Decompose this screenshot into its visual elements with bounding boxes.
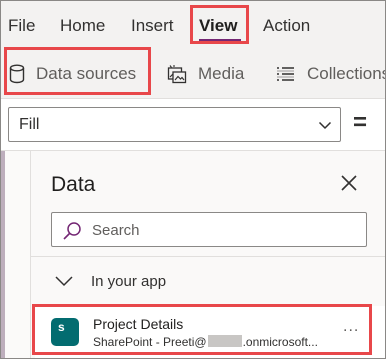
search-field[interactable]: [51, 212, 367, 247]
chevron-down-icon: [318, 121, 332, 130]
active-tab-indicator: [199, 39, 241, 41]
search-input[interactable]: [92, 218, 352, 242]
sharepoint-logo-letter: s: [58, 320, 65, 334]
source-subtitle-prefix: SharePoint - Preeti@: [93, 335, 207, 349]
data-pane: Data In your app s Project Details Sha: [31, 151, 385, 358]
data-sources-label: Data sources: [36, 64, 137, 83]
sharepoint-icon: s: [51, 318, 79, 346]
view-toolbar: Data sources Media Collections: [1, 49, 386, 99]
property-value: Fill: [19, 116, 40, 133]
group-label: In your app: [91, 272, 167, 290]
property-dropdown[interactable]: Fill: [8, 107, 341, 142]
tab-action[interactable]: Action: [263, 15, 310, 37]
source-subtitle-suffix: .onmicrosoft...: [242, 335, 318, 349]
collections-button[interactable]: Collections: [275, 49, 386, 99]
tab-file[interactable]: File: [8, 15, 35, 37]
collections-label: Collections: [307, 64, 386, 83]
pane-title: Data: [51, 173, 96, 196]
tab-view[interactable]: View: [199, 15, 237, 37]
tab-insert[interactable]: Insert: [131, 15, 174, 37]
formula-bar: Fill =: [1, 100, 385, 151]
source-name: Project Details: [93, 316, 184, 332]
media-icon: [167, 65, 187, 84]
chevron-down-icon: [55, 276, 73, 287]
database-icon: [9, 64, 25, 84]
equals-sign: =: [353, 109, 368, 136]
collections-icon: [277, 67, 294, 81]
rail-border: [1, 151, 5, 358]
media-button[interactable]: Media: [167, 49, 244, 99]
app-window: File Home Insert View Action Data source…: [0, 0, 386, 359]
source-subtitle: SharePoint - Preeti@ .onmicrosoft...: [93, 335, 318, 349]
divider: [31, 256, 385, 257]
data-sources-button[interactable]: Data sources: [9, 49, 136, 99]
list-item[interactable]: s Project Details SharePoint - Preeti@ .o…: [35, 306, 385, 358]
search-icon: [63, 222, 81, 240]
close-icon[interactable]: [337, 171, 361, 195]
redacted-block: [207, 335, 242, 347]
group-header-in-your-app[interactable]: In your app: [55, 269, 166, 293]
more-options-button[interactable]: ...: [343, 318, 359, 336]
ribbon-tabs: File Home Insert View Action: [1, 1, 385, 49]
tab-home[interactable]: Home: [60, 15, 105, 37]
media-label: Media: [198, 64, 245, 83]
left-rail: [1, 151, 31, 358]
